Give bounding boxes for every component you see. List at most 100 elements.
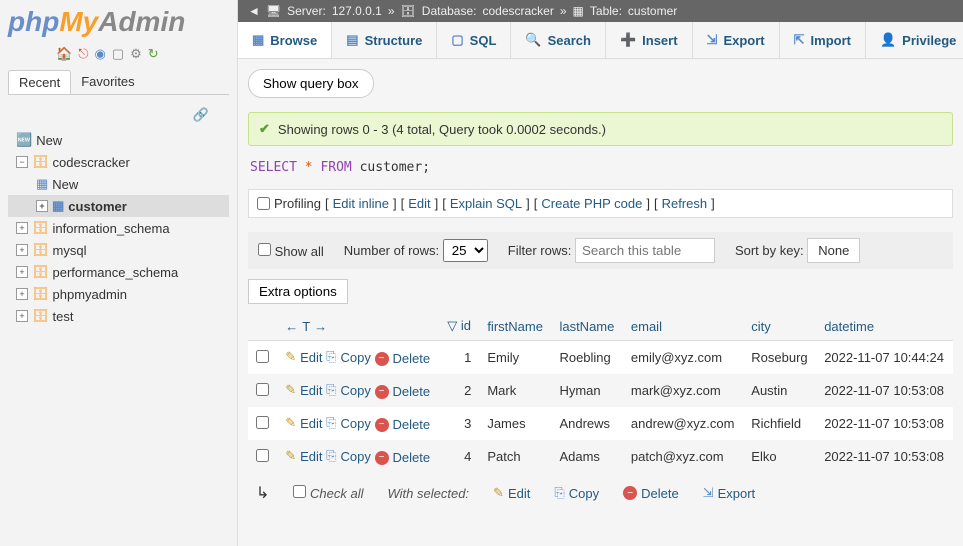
row-checkbox[interactable] [256,350,269,363]
tab-insert[interactable]: ➕Insert [606,22,693,58]
expand-icon[interactable]: + [16,310,28,322]
tree-mysql[interactable]: +🗄mysql [8,239,229,261]
browse-icon: ▦ [252,32,264,48]
footer-copy-button[interactable]: ⎘Copy [554,485,599,501]
tab-browse[interactable]: ▦Browse [238,22,332,58]
tree-customer[interactable]: +▦customer [8,195,229,217]
settings-icon[interactable]: ⚙ [130,46,142,62]
col-datetime[interactable]: datetime [816,312,953,341]
tree-new[interactable]: 🆕New [8,129,229,151]
row-edit-label: Edit [300,350,322,365]
bc-db[interactable]: codescracker [482,4,553,18]
row-edit-button[interactable]: ✎Edit [285,415,322,431]
footer-delete-button[interactable]: −Delete [623,486,679,501]
tab-structure[interactable]: ▤Structure [332,22,437,58]
sql-icon: ▢ [451,32,463,48]
tree-codescracker[interactable]: −🗄codescracker [8,151,229,173]
collapse-icon[interactable]: − [16,156,28,168]
show-all-label: Show all [275,244,324,259]
tree-phpmyadmin[interactable]: +🗄phpmyadmin [8,283,229,305]
bracket: ] [393,196,397,211]
edit-inline-link[interactable]: Edit inline [333,196,389,211]
row-copy-button[interactable]: ⎘Copy [326,415,371,431]
row-copy-button[interactable]: ⎘Copy [326,349,371,365]
row-delete-label: Delete [393,351,431,366]
sort-desc-icon: ▽ [447,318,457,333]
tab-export[interactable]: ⇲Export [693,22,780,58]
num-rows-select[interactable]: 25 [443,239,488,262]
sql-display: SELECT * FROM customer; [248,156,953,179]
cell-datetime: 2022-11-07 10:44:24 [816,341,953,375]
text-cursor-icon[interactable]: T [302,319,310,334]
database-icon: 🗄 [32,242,49,258]
sort-by-select[interactable]: None [807,238,860,263]
row-copy-button[interactable]: ⎘Copy [326,382,371,398]
tab-import[interactable]: ⇱Import [780,22,866,58]
footer-edit-button[interactable]: ✎Edit [493,485,530,501]
show-query-box-button[interactable]: Show query box [248,69,374,98]
logo[interactable]: phpMyAdmin [8,6,229,38]
bc-db-label: Database: [422,4,477,18]
sql-icon[interactable]: ▢ [112,46,124,62]
expand-icon[interactable]: + [36,200,48,212]
controls-bar: Show all Number of rows: 25 Filter rows:… [248,232,953,269]
row-edit-button[interactable]: ✎Edit [285,448,322,464]
bracket: ] [646,196,650,211]
bc-table[interactable]: customer [628,4,677,18]
nav-left-icon[interactable]: ◄ [248,4,260,18]
edit-link[interactable]: Edit [408,196,430,211]
reload-icon[interactable]: ↻ [148,46,159,62]
table-row: ✎Edit ⎘Copy −Delete4PatchAdamspatch@xyz.… [248,440,953,473]
home-icon[interactable]: 🏠 [56,46,72,62]
tree-test[interactable]: +🗄test [8,305,229,327]
tab-search[interactable]: 🔍Search [511,22,606,58]
tab-recent[interactable]: Recent [8,70,71,94]
expand-icon[interactable]: + [16,288,28,300]
row-delete-button[interactable]: −Delete [375,417,431,432]
check-all-control: Check all [293,485,363,501]
col-firstname[interactable]: firstName [479,312,551,341]
filter-input[interactable] [575,238,715,263]
tab-sql-label: SQL [470,33,497,48]
profiling-checkbox[interactable] [257,197,270,210]
tree-cc-new[interactable]: ▦New [8,173,229,195]
show-all-checkbox[interactable] [258,243,271,256]
arrow-right-icon[interactable]: → [314,319,327,334]
check-icon: ✔ [259,121,270,137]
sql-target: customer; [360,160,430,175]
row-checkbox[interactable] [256,416,269,429]
link-icon[interactable]: 🔗 [8,107,229,123]
arrow-left-icon[interactable]: ← [285,319,298,334]
row-edit-button[interactable]: ✎Edit [285,349,322,365]
col-lastname[interactable]: lastName [551,312,622,341]
expand-icon[interactable]: + [16,222,28,234]
row-checkbox[interactable] [256,383,269,396]
expand-icon[interactable]: + [16,244,28,256]
row-delete-button[interactable]: −Delete [375,384,431,399]
server-icon: 🖥 [266,4,281,18]
col-city[interactable]: city [743,312,816,341]
tab-favorites[interactable]: Favorites [71,70,144,94]
logout-icon[interactable]: ⎋ [78,46,88,62]
row-edit-button[interactable]: ✎Edit [285,382,322,398]
refresh-link[interactable]: Refresh [662,196,708,211]
create-php-link[interactable]: Create PHP code [541,196,642,211]
docs-icon[interactable]: ◉ [94,46,105,62]
bc-server[interactable]: 127.0.0.1 [332,4,382,18]
row-delete-button[interactable]: −Delete [375,450,431,465]
tab-sql[interactable]: ▢ SQL [437,22,511,58]
tree-performance-schema[interactable]: +🗄performance_schema [8,261,229,283]
row-copy-button[interactable]: ⎘Copy [326,448,371,464]
cell-firstname: Emily [479,341,551,375]
explain-link[interactable]: Explain SQL [450,196,522,211]
col-id[interactable]: ▽ id [439,312,479,341]
extra-options-button[interactable]: Extra options [248,279,348,304]
tab-privileges[interactable]: 👤Privilege [866,22,963,58]
row-checkbox[interactable] [256,449,269,462]
tree-information-schema[interactable]: +🗄information_schema [8,217,229,239]
col-email[interactable]: email [623,312,743,341]
footer-export-button[interactable]: ⇲Export [703,485,755,501]
check-all-checkbox[interactable] [293,485,306,498]
expand-icon[interactable]: + [16,266,28,278]
row-delete-button[interactable]: −Delete [375,351,431,366]
